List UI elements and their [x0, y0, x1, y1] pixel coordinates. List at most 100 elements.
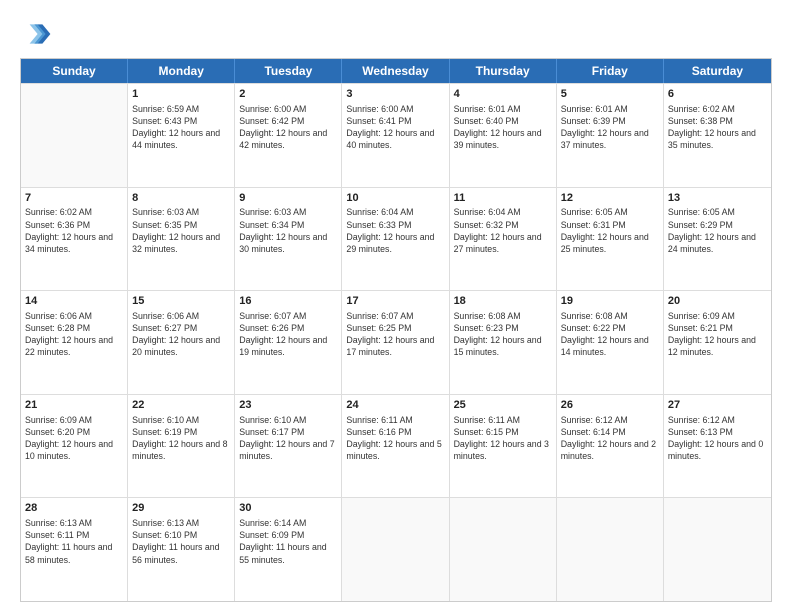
- day-info: Sunrise: 6:08 AM Sunset: 6:22 PM Dayligh…: [561, 310, 659, 359]
- day-number: 23: [239, 398, 337, 413]
- day-info: Sunrise: 6:00 AM Sunset: 6:42 PM Dayligh…: [239, 103, 337, 152]
- day-info: Sunrise: 6:59 AM Sunset: 6:43 PM Dayligh…: [132, 103, 230, 152]
- calendar: SundayMondayTuesdayWednesdayThursdayFrid…: [20, 58, 772, 602]
- day-info: Sunrise: 6:10 AM Sunset: 6:19 PM Dayligh…: [132, 414, 230, 463]
- cal-cell: 26Sunrise: 6:12 AM Sunset: 6:14 PM Dayli…: [557, 395, 664, 498]
- day-info: Sunrise: 6:07 AM Sunset: 6:25 PM Dayligh…: [346, 310, 444, 359]
- day-info: Sunrise: 6:06 AM Sunset: 6:28 PM Dayligh…: [25, 310, 123, 359]
- day-number: 21: [25, 398, 123, 413]
- day-number: 29: [132, 501, 230, 516]
- day-number: 6: [668, 87, 767, 102]
- cal-cell: 18Sunrise: 6:08 AM Sunset: 6:23 PM Dayli…: [450, 291, 557, 394]
- cal-cell: 4Sunrise: 6:01 AM Sunset: 6:40 PM Daylig…: [450, 84, 557, 187]
- cal-cell: [342, 498, 449, 601]
- day-number: 5: [561, 87, 659, 102]
- cal-cell: 23Sunrise: 6:10 AM Sunset: 6:17 PM Dayli…: [235, 395, 342, 498]
- day-info: Sunrise: 6:01 AM Sunset: 6:39 PM Dayligh…: [561, 103, 659, 152]
- day-number: 7: [25, 191, 123, 206]
- cal-cell: 1Sunrise: 6:59 AM Sunset: 6:43 PM Daylig…: [128, 84, 235, 187]
- cal-header-cell-saturday: Saturday: [664, 59, 771, 83]
- day-info: Sunrise: 6:11 AM Sunset: 6:16 PM Dayligh…: [346, 414, 444, 463]
- cal-cell: 22Sunrise: 6:10 AM Sunset: 6:19 PM Dayli…: [128, 395, 235, 498]
- cal-row-1: 7Sunrise: 6:02 AM Sunset: 6:36 PM Daylig…: [21, 187, 771, 291]
- day-number: 24: [346, 398, 444, 413]
- day-info: Sunrise: 6:12 AM Sunset: 6:14 PM Dayligh…: [561, 414, 659, 463]
- day-number: 13: [668, 191, 767, 206]
- cal-cell: 28Sunrise: 6:13 AM Sunset: 6:11 PM Dayli…: [21, 498, 128, 601]
- day-number: 4: [454, 87, 552, 102]
- cal-cell: 9Sunrise: 6:03 AM Sunset: 6:34 PM Daylig…: [235, 188, 342, 291]
- day-info: Sunrise: 6:12 AM Sunset: 6:13 PM Dayligh…: [668, 414, 767, 463]
- calendar-body: 1Sunrise: 6:59 AM Sunset: 6:43 PM Daylig…: [21, 83, 771, 601]
- cal-cell: 15Sunrise: 6:06 AM Sunset: 6:27 PM Dayli…: [128, 291, 235, 394]
- logo-icon: [20, 18, 52, 50]
- cal-header-cell-thursday: Thursday: [450, 59, 557, 83]
- day-number: 12: [561, 191, 659, 206]
- cal-cell: 2Sunrise: 6:00 AM Sunset: 6:42 PM Daylig…: [235, 84, 342, 187]
- day-info: Sunrise: 6:01 AM Sunset: 6:40 PM Dayligh…: [454, 103, 552, 152]
- cal-header-cell-wednesday: Wednesday: [342, 59, 449, 83]
- cal-cell: 25Sunrise: 6:11 AM Sunset: 6:15 PM Dayli…: [450, 395, 557, 498]
- day-info: Sunrise: 6:05 AM Sunset: 6:31 PM Dayligh…: [561, 206, 659, 255]
- cal-cell: 14Sunrise: 6:06 AM Sunset: 6:28 PM Dayli…: [21, 291, 128, 394]
- day-info: Sunrise: 6:05 AM Sunset: 6:29 PM Dayligh…: [668, 206, 767, 255]
- day-info: Sunrise: 6:04 AM Sunset: 6:32 PM Dayligh…: [454, 206, 552, 255]
- day-info: Sunrise: 6:03 AM Sunset: 6:34 PM Dayligh…: [239, 206, 337, 255]
- cal-cell: 21Sunrise: 6:09 AM Sunset: 6:20 PM Dayli…: [21, 395, 128, 498]
- cal-cell: 20Sunrise: 6:09 AM Sunset: 6:21 PM Dayli…: [664, 291, 771, 394]
- day-number: 17: [346, 294, 444, 309]
- cal-cell: 12Sunrise: 6:05 AM Sunset: 6:31 PM Dayli…: [557, 188, 664, 291]
- cal-cell: 11Sunrise: 6:04 AM Sunset: 6:32 PM Dayli…: [450, 188, 557, 291]
- cal-header-cell-sunday: Sunday: [21, 59, 128, 83]
- day-number: 19: [561, 294, 659, 309]
- day-number: 9: [239, 191, 337, 206]
- day-info: Sunrise: 6:04 AM Sunset: 6:33 PM Dayligh…: [346, 206, 444, 255]
- day-number: 14: [25, 294, 123, 309]
- cal-row-4: 28Sunrise: 6:13 AM Sunset: 6:11 PM Dayli…: [21, 497, 771, 601]
- cal-cell: [557, 498, 664, 601]
- cal-cell: [21, 84, 128, 187]
- cal-cell: 19Sunrise: 6:08 AM Sunset: 6:22 PM Dayli…: [557, 291, 664, 394]
- cal-cell: 24Sunrise: 6:11 AM Sunset: 6:16 PM Dayli…: [342, 395, 449, 498]
- cal-cell: 27Sunrise: 6:12 AM Sunset: 6:13 PM Dayli…: [664, 395, 771, 498]
- day-number: 18: [454, 294, 552, 309]
- day-number: 26: [561, 398, 659, 413]
- day-number: 10: [346, 191, 444, 206]
- cal-header-cell-monday: Monday: [128, 59, 235, 83]
- day-number: 20: [668, 294, 767, 309]
- cal-header-cell-tuesday: Tuesday: [235, 59, 342, 83]
- day-info: Sunrise: 6:09 AM Sunset: 6:21 PM Dayligh…: [668, 310, 767, 359]
- day-info: Sunrise: 6:02 AM Sunset: 6:38 PM Dayligh…: [668, 103, 767, 152]
- day-number: 1: [132, 87, 230, 102]
- day-info: Sunrise: 6:06 AM Sunset: 6:27 PM Dayligh…: [132, 310, 230, 359]
- day-number: 28: [25, 501, 123, 516]
- logo: [20, 18, 56, 50]
- cal-cell: 6Sunrise: 6:02 AM Sunset: 6:38 PM Daylig…: [664, 84, 771, 187]
- day-info: Sunrise: 6:09 AM Sunset: 6:20 PM Dayligh…: [25, 414, 123, 463]
- cal-cell: 17Sunrise: 6:07 AM Sunset: 6:25 PM Dayli…: [342, 291, 449, 394]
- day-info: Sunrise: 6:03 AM Sunset: 6:35 PM Dayligh…: [132, 206, 230, 255]
- page: SundayMondayTuesdayWednesdayThursdayFrid…: [0, 0, 792, 612]
- day-number: 3: [346, 87, 444, 102]
- day-number: 16: [239, 294, 337, 309]
- cal-cell: 3Sunrise: 6:00 AM Sunset: 6:41 PM Daylig…: [342, 84, 449, 187]
- cal-cell: 29Sunrise: 6:13 AM Sunset: 6:10 PM Dayli…: [128, 498, 235, 601]
- day-info: Sunrise: 6:13 AM Sunset: 6:10 PM Dayligh…: [132, 517, 230, 566]
- cal-cell: [664, 498, 771, 601]
- day-number: 27: [668, 398, 767, 413]
- cal-cell: [450, 498, 557, 601]
- day-number: 11: [454, 191, 552, 206]
- header: [20, 18, 772, 50]
- day-info: Sunrise: 6:10 AM Sunset: 6:17 PM Dayligh…: [239, 414, 337, 463]
- cal-row-2: 14Sunrise: 6:06 AM Sunset: 6:28 PM Dayli…: [21, 290, 771, 394]
- day-info: Sunrise: 6:08 AM Sunset: 6:23 PM Dayligh…: [454, 310, 552, 359]
- cal-cell: 13Sunrise: 6:05 AM Sunset: 6:29 PM Dayli…: [664, 188, 771, 291]
- day-number: 25: [454, 398, 552, 413]
- day-number: 8: [132, 191, 230, 206]
- cal-cell: 7Sunrise: 6:02 AM Sunset: 6:36 PM Daylig…: [21, 188, 128, 291]
- day-number: 2: [239, 87, 337, 102]
- day-info: Sunrise: 6:13 AM Sunset: 6:11 PM Dayligh…: [25, 517, 123, 566]
- calendar-header-row: SundayMondayTuesdayWednesdayThursdayFrid…: [21, 59, 771, 83]
- day-number: 30: [239, 501, 337, 516]
- cal-cell: 5Sunrise: 6:01 AM Sunset: 6:39 PM Daylig…: [557, 84, 664, 187]
